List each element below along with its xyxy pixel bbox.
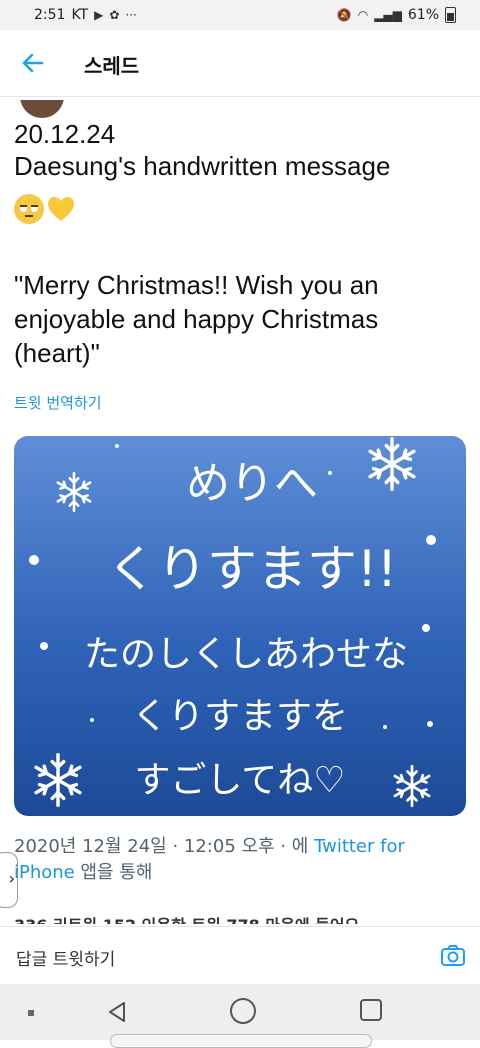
emoji-row bbox=[14, 194, 76, 224]
nav-dot-icon bbox=[28, 1010, 34, 1016]
source-suffix: 앱을 통해 bbox=[74, 862, 153, 883]
translate-tweet-link[interactable]: 트윗 번역하기 bbox=[14, 392, 102, 413]
tweet-quote: "Merry Christmas!! Wish you an enjoyable… bbox=[14, 270, 379, 368]
app-notification-icon: ✿ bbox=[109, 8, 120, 22]
tweet-date: 2020년 12월 24일 · 12:05 오후 · 에 bbox=[14, 836, 315, 857]
snowflake-icon bbox=[56, 472, 92, 512]
page-title: 스레드 bbox=[84, 54, 140, 78]
more-notifications-icon: ··· bbox=[125, 8, 137, 22]
handwritten-line-3: たのしくしあわせな bbox=[84, 634, 408, 675]
handwritten-line-1: めりへ bbox=[186, 458, 318, 509]
header: 스레드 bbox=[0, 30, 480, 118]
nav-back-icon[interactable] bbox=[104, 999, 130, 1025]
handwritten-line-4: くりすますを bbox=[132, 696, 348, 737]
status-carrier: KT bbox=[71, 7, 89, 23]
snowflake-icon bbox=[368, 436, 416, 492]
battery-icon bbox=[445, 7, 456, 23]
tweet-text: 20.12.24 Daesung's handwritten message bbox=[14, 119, 391, 181]
status-bar: 2:51 KT ▶ ✿ ··· 🔕 ◠ ▂▄▆ 61% bbox=[0, 0, 480, 30]
face-with-rolling-eyes-icon bbox=[14, 194, 44, 224]
reply-bar[interactable]: 답글 트윗하기 bbox=[0, 926, 480, 985]
snowflake-icon bbox=[393, 764, 431, 808]
handwritten-line-2: くりすます!! bbox=[107, 540, 397, 598]
camera-icon[interactable] bbox=[440, 943, 466, 969]
back-arrow-icon[interactable] bbox=[18, 48, 48, 78]
nav-home-icon[interactable] bbox=[230, 998, 256, 1024]
system-nav-bar bbox=[0, 984, 480, 1048]
reply-input[interactable]: 답글 트윗하기 bbox=[16, 945, 115, 970]
battery-percent: 61% bbox=[407, 7, 439, 23]
tweet-image[interactable]: めりへ くりすます!! たのしくしあわせな くりすますを すごしてね♡ bbox=[14, 436, 466, 816]
nav-recent-apps-icon[interactable] bbox=[360, 999, 382, 1021]
mute-icon: 🔕 bbox=[336, 8, 352, 22]
tweet-meta: 2020년 12월 24일 · 12:05 오후 · 에 Twitter for… bbox=[14, 834, 454, 886]
snowflake-icon bbox=[34, 752, 82, 808]
yellow-heart-icon bbox=[46, 194, 76, 224]
signal-icon: ▂▄▆ bbox=[374, 8, 402, 22]
tweet-stats[interactable]: 336 리트윗 152 인용한 트윗 778 마음에 들어요 bbox=[14, 912, 466, 924]
youtube-notification-icon: ▶ bbox=[94, 8, 104, 22]
status-time: 2:51 bbox=[34, 7, 66, 23]
handwritten-line-5: すごしてね♡ bbox=[134, 760, 345, 801]
gesture-handle[interactable] bbox=[110, 1034, 372, 1048]
wifi-icon: ◠ bbox=[357, 8, 369, 22]
